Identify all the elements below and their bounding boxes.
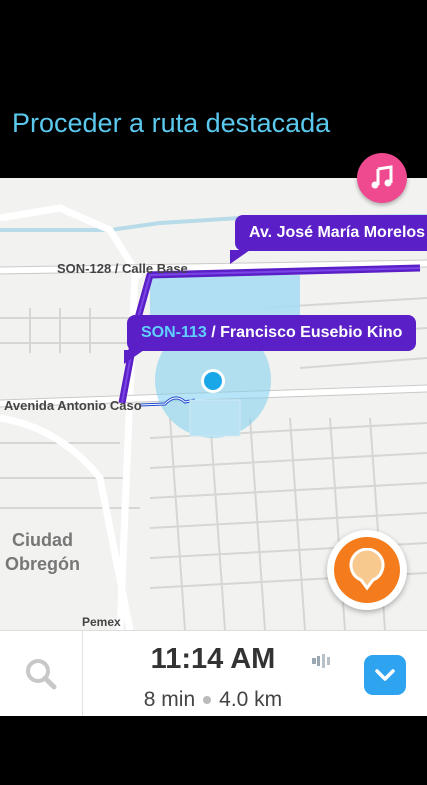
callout-morelos: Av. José María Morelos [235,215,427,251]
report-button[interactable] [327,530,407,610]
bottom-bar: 11:14 AM 8 min 4.0 km [0,630,427,717]
music-note-icon [371,165,393,189]
chevron-down-icon [375,669,395,681]
city-line2: Obregón [5,554,80,574]
instruction-title: Proceder a ruta destacada [12,108,331,138]
volume-icon[interactable] [312,653,334,669]
eta-info[interactable]: 8 min 4.0 km [82,688,344,712]
callout-son113-rest: / Francisco Eusebio Kino [206,324,403,341]
eta-time[interactable]: 11:14 AM [82,643,344,676]
callout-morelos-text: Av. José María Morelos [249,224,426,241]
eta-duration: 8 min [143,688,196,711]
current-location-icon [201,369,225,393]
separator-dot [203,696,212,705]
search-button[interactable] [0,631,83,717]
callout-son113-pointer [124,350,144,364]
report-button-inner [334,537,400,603]
footer-bar [0,716,427,785]
eta-distance: 4.0 km [219,688,283,711]
report-icon [349,548,385,591]
city-label: Ciudad Obregón [5,528,80,576]
callout-morelos-pointer [230,250,250,264]
street-label-pemex: Pemex [82,615,121,629]
search-icon [26,659,57,690]
street-label-caso: Avenida Antonio Caso [4,398,142,413]
instruction-header: Proceder a ruta destacada [0,0,427,178]
city-line1: Ciudad [12,530,73,550]
music-button[interactable] [357,153,407,203]
expand-button[interactable] [364,655,406,695]
street-label-son128: SON-128 / Calle Base [57,261,188,276]
callout-son113-prefix: SON-113 [141,324,207,341]
callout-son113: SON-113 / Francisco Eusebio Kino [127,315,417,351]
